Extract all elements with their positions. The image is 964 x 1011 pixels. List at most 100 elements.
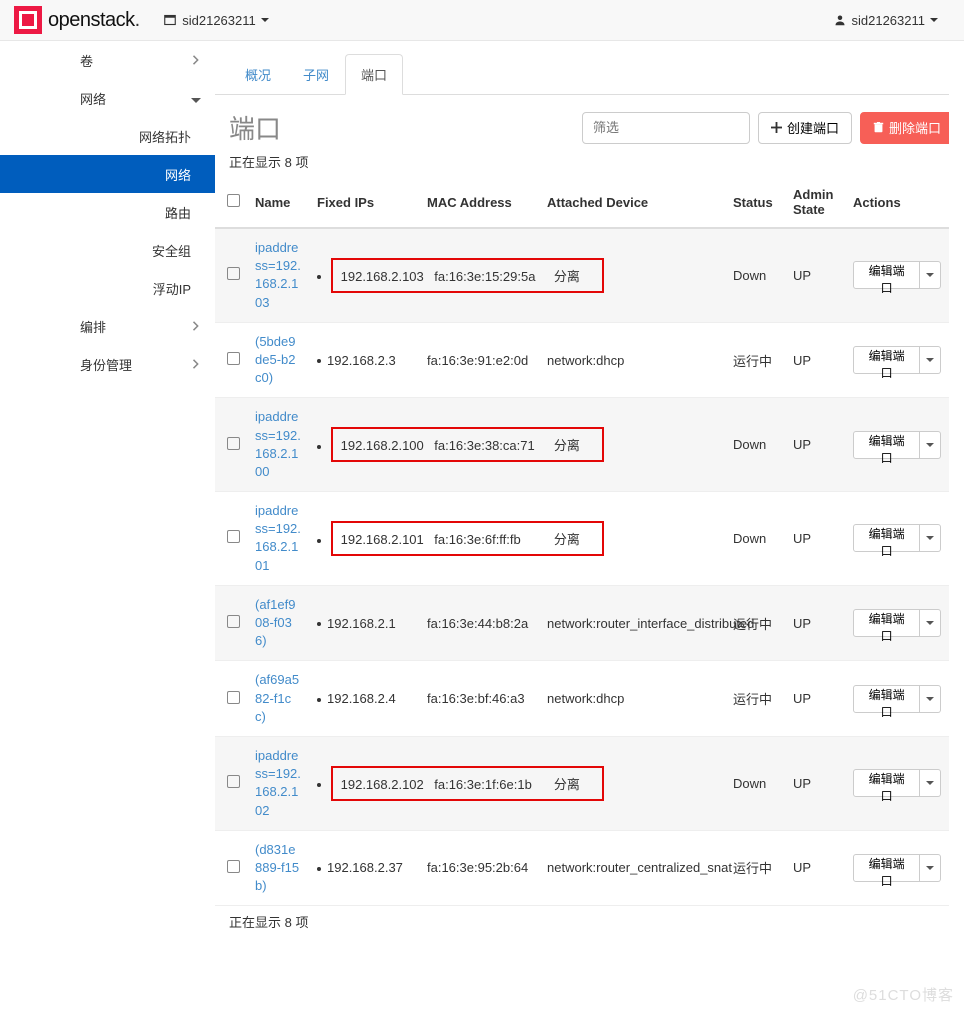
- status: 运行中: [725, 830, 785, 906]
- sidebar-group[interactable]: 身份管理: [0, 345, 215, 383]
- sidebar-item-label: 网络: [165, 165, 191, 184]
- highlighted-cells: 192.168.2.102 fa:16:3e:1f:6e:1b 分离: [309, 736, 725, 830]
- caret-down-icon: [926, 697, 934, 701]
- table-row: (d831e889-f15b) 192.168.2.37 fa:16:3e:95…: [215, 830, 949, 906]
- action-dropdown-button[interactable]: [920, 685, 941, 713]
- edit-port-button[interactable]: 编辑端口: [853, 685, 920, 713]
- edit-port-button[interactable]: 编辑端口: [853, 346, 920, 374]
- fixed-ip: 192.168.2.37: [327, 860, 403, 875]
- port-name-link[interactable]: ipaddress=192.168.2.101: [255, 502, 301, 575]
- admin-state: UP: [785, 228, 845, 322]
- sidebar-group[interactable]: 编排: [0, 307, 215, 345]
- attached-device: network:router_centralized_snat: [539, 830, 725, 906]
- project-switcher[interactable]: sid21263211: [152, 13, 281, 28]
- sidebar-item[interactable]: 路由: [0, 193, 215, 231]
- bullet-icon: [317, 867, 321, 871]
- row-actions: 编辑端口: [853, 431, 941, 459]
- admin-state: UP: [785, 492, 845, 586]
- port-name-link[interactable]: (5bde9de5-b2c0): [255, 333, 301, 388]
- port-name-link[interactable]: ipaddress=192.168.2.100: [255, 408, 301, 481]
- attached-device: 分离: [554, 266, 594, 285]
- sidebar-group-label: 身份管理: [80, 355, 132, 374]
- attached-device: network:dhcp: [539, 322, 725, 398]
- row-checkbox[interactable]: [227, 530, 240, 543]
- sidebar: 卷网络 网络拓扑网络路由安全组浮动IP 编排身份管理: [0, 41, 215, 937]
- caret-down-icon: [926, 866, 934, 870]
- action-dropdown-button[interactable]: [920, 431, 941, 459]
- tab[interactable]: 端口: [345, 54, 403, 95]
- edit-port-button[interactable]: 编辑端口: [853, 524, 920, 552]
- caret-down-icon: [926, 781, 934, 785]
- table-header-row: Name Fixed IPs MAC Address Attached Devi…: [215, 177, 949, 228]
- ports-table: Name Fixed IPs MAC Address Attached Devi…: [215, 177, 949, 906]
- fixed-ip: 192.168.2.101: [341, 532, 431, 547]
- mac-address: fa:16:3e:44:b8:2a: [419, 585, 539, 661]
- port-name-link[interactable]: (af1ef908-f036): [255, 596, 301, 651]
- status: 运行中: [725, 661, 785, 737]
- tab[interactable]: 子网: [287, 54, 345, 95]
- row-actions: 编辑端口: [853, 609, 941, 637]
- watermark: @51CTO博客: [853, 984, 954, 1005]
- row-checkbox[interactable]: [227, 267, 240, 280]
- select-all-checkbox[interactable]: [227, 194, 240, 207]
- fixed-ip-cell: 192.168.2.1: [309, 585, 419, 661]
- delete-port-button[interactable]: 删除端口: [860, 112, 949, 144]
- action-dropdown-button[interactable]: [920, 261, 941, 289]
- plus-icon: [771, 122, 782, 133]
- page-title: 端口: [229, 109, 582, 146]
- filter-input[interactable]: [583, 120, 779, 135]
- row-actions: 编辑端口: [853, 685, 941, 713]
- edit-port-button[interactable]: 编辑端口: [853, 261, 920, 289]
- attached-device: network:dhcp: [539, 661, 725, 737]
- mac-address: fa:16:3e:91:e2:0d: [419, 322, 539, 398]
- edit-port-button[interactable]: 编辑端口: [853, 769, 920, 797]
- sidebar-group-label: 卷: [80, 51, 93, 70]
- port-name-link[interactable]: ipaddress=192.168.2.103: [255, 239, 301, 312]
- action-dropdown-button[interactable]: [920, 609, 941, 637]
- user-switcher[interactable]: sid21263211: [822, 13, 951, 28]
- fixed-ip: 192.168.2.103: [341, 269, 431, 284]
- action-dropdown-button[interactable]: [920, 346, 941, 374]
- sidebar-item-label: 安全组: [152, 241, 191, 260]
- sidebar-item[interactable]: 网络拓扑: [0, 117, 215, 155]
- mac-address: fa:16:3e:15:29:5a: [434, 269, 550, 284]
- sidebar-item-label: 路由: [165, 203, 191, 222]
- admin-state: UP: [785, 585, 845, 661]
- caret-down-icon: [926, 443, 934, 447]
- user-icon: [834, 14, 846, 26]
- sidebar-group[interactable]: 卷: [0, 41, 215, 79]
- row-checkbox[interactable]: [227, 615, 240, 628]
- row-checkbox[interactable]: [227, 860, 240, 873]
- edit-port-button[interactable]: 编辑端口: [853, 609, 920, 637]
- create-port-button[interactable]: 创建端口: [758, 112, 852, 144]
- sidebar-item[interactable]: 安全组: [0, 231, 215, 269]
- user-name: sid21263211: [852, 13, 926, 28]
- attached-device: 分离: [554, 435, 594, 454]
- port-name-link[interactable]: (d831e889-f15b): [255, 841, 301, 896]
- port-name-link[interactable]: ipaddress=192.168.2.102: [255, 747, 301, 820]
- brand: openstack.: [14, 6, 140, 34]
- sidebar-group[interactable]: 网络: [0, 79, 215, 117]
- admin-state: UP: [785, 661, 845, 737]
- brand-text: openstack: [48, 9, 135, 32]
- sidebar-item[interactable]: 网络: [0, 155, 215, 193]
- tab[interactable]: 概况: [229, 54, 287, 95]
- fixed-ip: 192.168.2.102: [341, 777, 431, 792]
- mac-address: fa:16:3e:38:ca:71: [434, 438, 550, 453]
- edit-port-button[interactable]: 编辑端口: [853, 431, 920, 459]
- openstack-logo-icon: [14, 6, 42, 34]
- bullet-icon: [317, 275, 321, 279]
- fixed-ip: 192.168.2.1: [327, 616, 396, 631]
- row-checkbox[interactable]: [227, 437, 240, 450]
- row-checkbox[interactable]: [227, 352, 240, 365]
- status: Down: [725, 736, 785, 830]
- sidebar-item[interactable]: 浮动IP: [0, 269, 215, 307]
- port-name-link[interactable]: (af69a582-f1cc): [255, 671, 301, 726]
- action-dropdown-button[interactable]: [920, 854, 941, 882]
- action-dropdown-button[interactable]: [920, 769, 941, 797]
- action-dropdown-button[interactable]: [920, 524, 941, 552]
- row-checkbox[interactable]: [227, 775, 240, 788]
- edit-port-button[interactable]: 编辑端口: [853, 854, 920, 882]
- row-checkbox[interactable]: [227, 691, 240, 704]
- chevron-right-icon: [191, 359, 201, 369]
